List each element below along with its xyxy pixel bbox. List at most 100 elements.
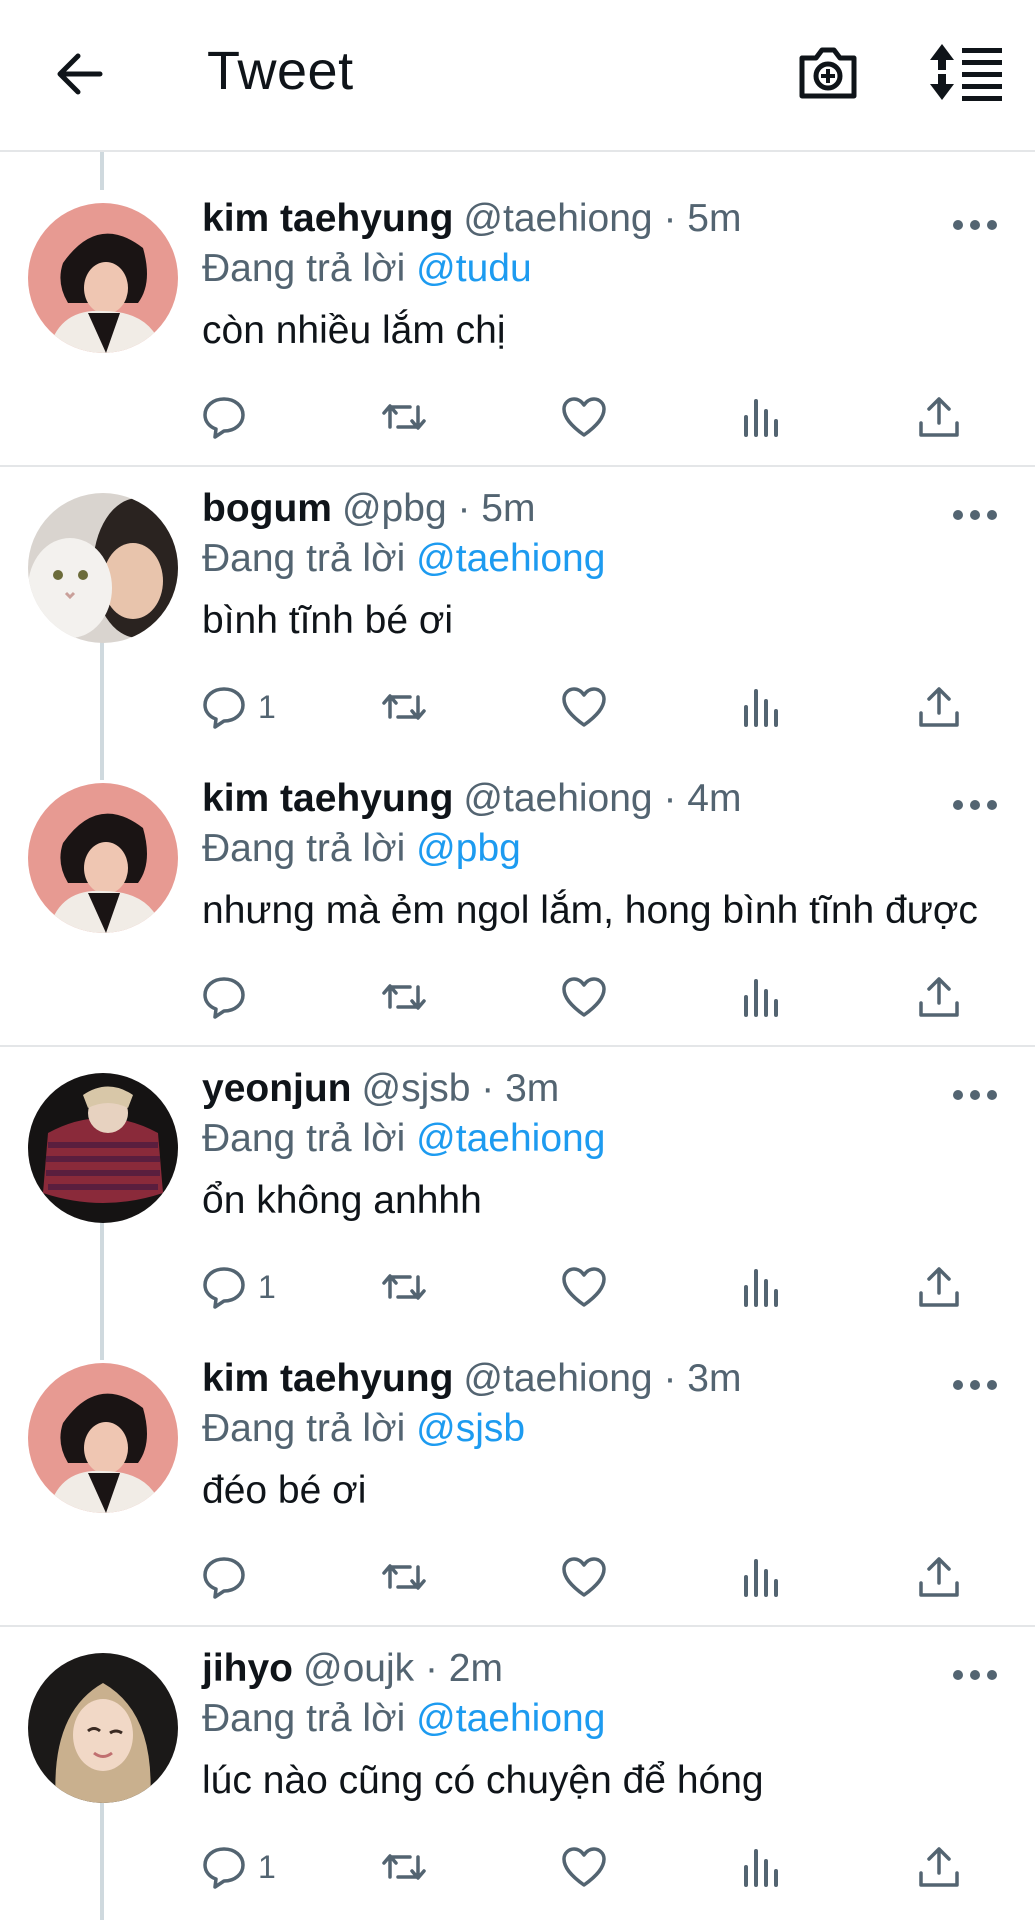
views-button[interactable] [738,387,786,447]
like-button[interactable] [560,677,608,737]
views-button[interactable] [738,1257,786,1317]
reply-count: 1 [258,688,276,725]
reply-bubble-icon [203,1267,245,1309]
display-name[interactable]: yeonjun [202,1067,352,1110]
reply-button[interactable] [200,967,258,1027]
avatar[interactable] [28,493,178,643]
views-button[interactable] [738,1837,786,1897]
tweet-reply[interactable]: kim taehyung @taehiong · 5m Đang trả lời … [0,175,1035,467]
share-button[interactable] [915,677,963,737]
replying-to-label: Đang trả lời [202,247,406,290]
mention-link[interactable]: @taehiong [416,1117,605,1160]
share-button[interactable] [915,1547,963,1607]
like-button[interactable] [560,967,608,1027]
tweet-reply[interactable]: kim taehyung @taehiong · 3m Đang trả lời … [0,1335,1035,1627]
more-options-button[interactable] [950,1663,1000,1687]
mention-link[interactable]: @pbg [416,827,521,870]
more-dots-icon [953,1380,997,1390]
tweet-text: ổn không anhhh [202,1179,482,1222]
tweet-reply[interactable]: yeonjun @sjsb · 3m Đang trả lời @taehiong… [0,1045,1035,1335]
like-button[interactable] [560,387,608,447]
tweet-text: đéo bé ơi [202,1469,367,1512]
views-button[interactable] [738,677,786,737]
avatar[interactable] [28,1363,178,1513]
mention-link[interactable]: @tudu [416,247,532,290]
replying-to-label: Đang trả lời [202,537,406,580]
retweet-icon [382,1274,426,1300]
handle-time: @taehiong · 5m [463,197,742,240]
replying-to-label: Đang trả lời [202,1407,406,1450]
more-options-button[interactable] [950,213,1000,237]
bar-chart-icon [744,1849,778,1887]
like-button[interactable] [560,1547,608,1607]
camera-button[interactable] [796,40,860,104]
tweet-actions: 1 [0,677,1035,737]
share-button[interactable] [915,1837,963,1897]
sort-replies-icon [930,44,1002,101]
sort-button[interactable] [928,40,1006,104]
display-name[interactable]: jihyo [202,1647,293,1690]
more-options-button[interactable] [950,793,1000,817]
arrow-left-icon [57,53,103,95]
bar-chart-icon [744,399,778,437]
avatar[interactable] [28,783,178,933]
heart-icon [562,397,606,437]
bar-chart-icon [744,1269,778,1307]
mention-link[interactable]: @taehiong [416,1697,605,1740]
retweet-button[interactable] [380,1257,428,1317]
share-button[interactable] [915,967,963,1027]
share-upload-icon [919,687,959,727]
views-button[interactable] [738,967,786,1027]
display-name[interactable]: kim taehyung [202,1357,453,1400]
replying-to: Đang trả lời @sjsb [202,1407,525,1451]
handle-time: @oujk · 2m [303,1647,503,1690]
like-button[interactable] [560,1257,608,1317]
retweet-button[interactable] [380,1837,428,1897]
replying-to-label: Đang trả lời [202,1697,406,1740]
more-dots-icon [953,510,997,520]
tweet-reply[interactable]: jihyo @oujk · 2m Đang trả lời @taehiong l… [0,1625,1035,1920]
retweet-button[interactable] [380,677,428,737]
avatar[interactable] [28,1073,178,1223]
reply-button[interactable] [200,1547,258,1607]
reply-bubble-icon [203,687,245,729]
handle-time: @taehiong · 3m [463,1357,742,1400]
more-dots-icon [953,1670,997,1680]
views-button[interactable] [738,1547,786,1607]
tweet-actions: 1 [0,1837,1035,1897]
reply-button[interactable]: 1 [200,677,276,737]
display-name[interactable]: kim taehyung [202,777,453,820]
retweet-button[interactable] [380,967,428,1027]
tweet-reply[interactable]: bogum @pbg · 5m Đang trả lời @taehiong bì… [0,465,1035,755]
like-button[interactable] [560,1837,608,1897]
share-upload-icon [919,1557,959,1597]
avatar[interactable] [28,1653,178,1803]
heart-icon [562,1267,606,1307]
back-button[interactable] [50,44,110,104]
more-options-button[interactable] [950,503,1000,527]
more-options-button[interactable] [950,1373,1000,1397]
reply-button[interactable] [200,387,258,447]
handle-time: @sjsb · 3m [361,1067,560,1110]
share-button[interactable] [915,1257,963,1317]
more-options-button[interactable] [950,1083,1000,1107]
replying-to: Đang trả lời @pbg [202,827,521,871]
display-name[interactable]: bogum [202,487,332,530]
retweet-icon [382,1854,426,1880]
replying-to: Đang trả lời @taehiong [202,537,605,581]
camera-plus-icon [799,47,857,99]
tweet-actions [0,967,1035,1027]
retweet-button[interactable] [380,387,428,447]
replying-to: Đang trả lời @taehiong [202,1117,605,1161]
mention-link[interactable]: @sjsb [416,1407,525,1450]
reply-bubble-icon [203,1847,245,1889]
retweet-button[interactable] [380,1547,428,1607]
tweet-reply[interactable]: kim taehyung @taehiong · 4m Đang trả lời … [0,755,1035,1047]
reply-button[interactable]: 1 [200,1257,276,1317]
share-button[interactable] [915,387,963,447]
reply-button[interactable]: 1 [200,1837,276,1897]
mention-link[interactable]: @taehiong [416,537,605,580]
display-name[interactable]: kim taehyung [202,197,453,240]
reply-count: 1 [258,1848,276,1885]
avatar[interactable] [28,203,178,353]
